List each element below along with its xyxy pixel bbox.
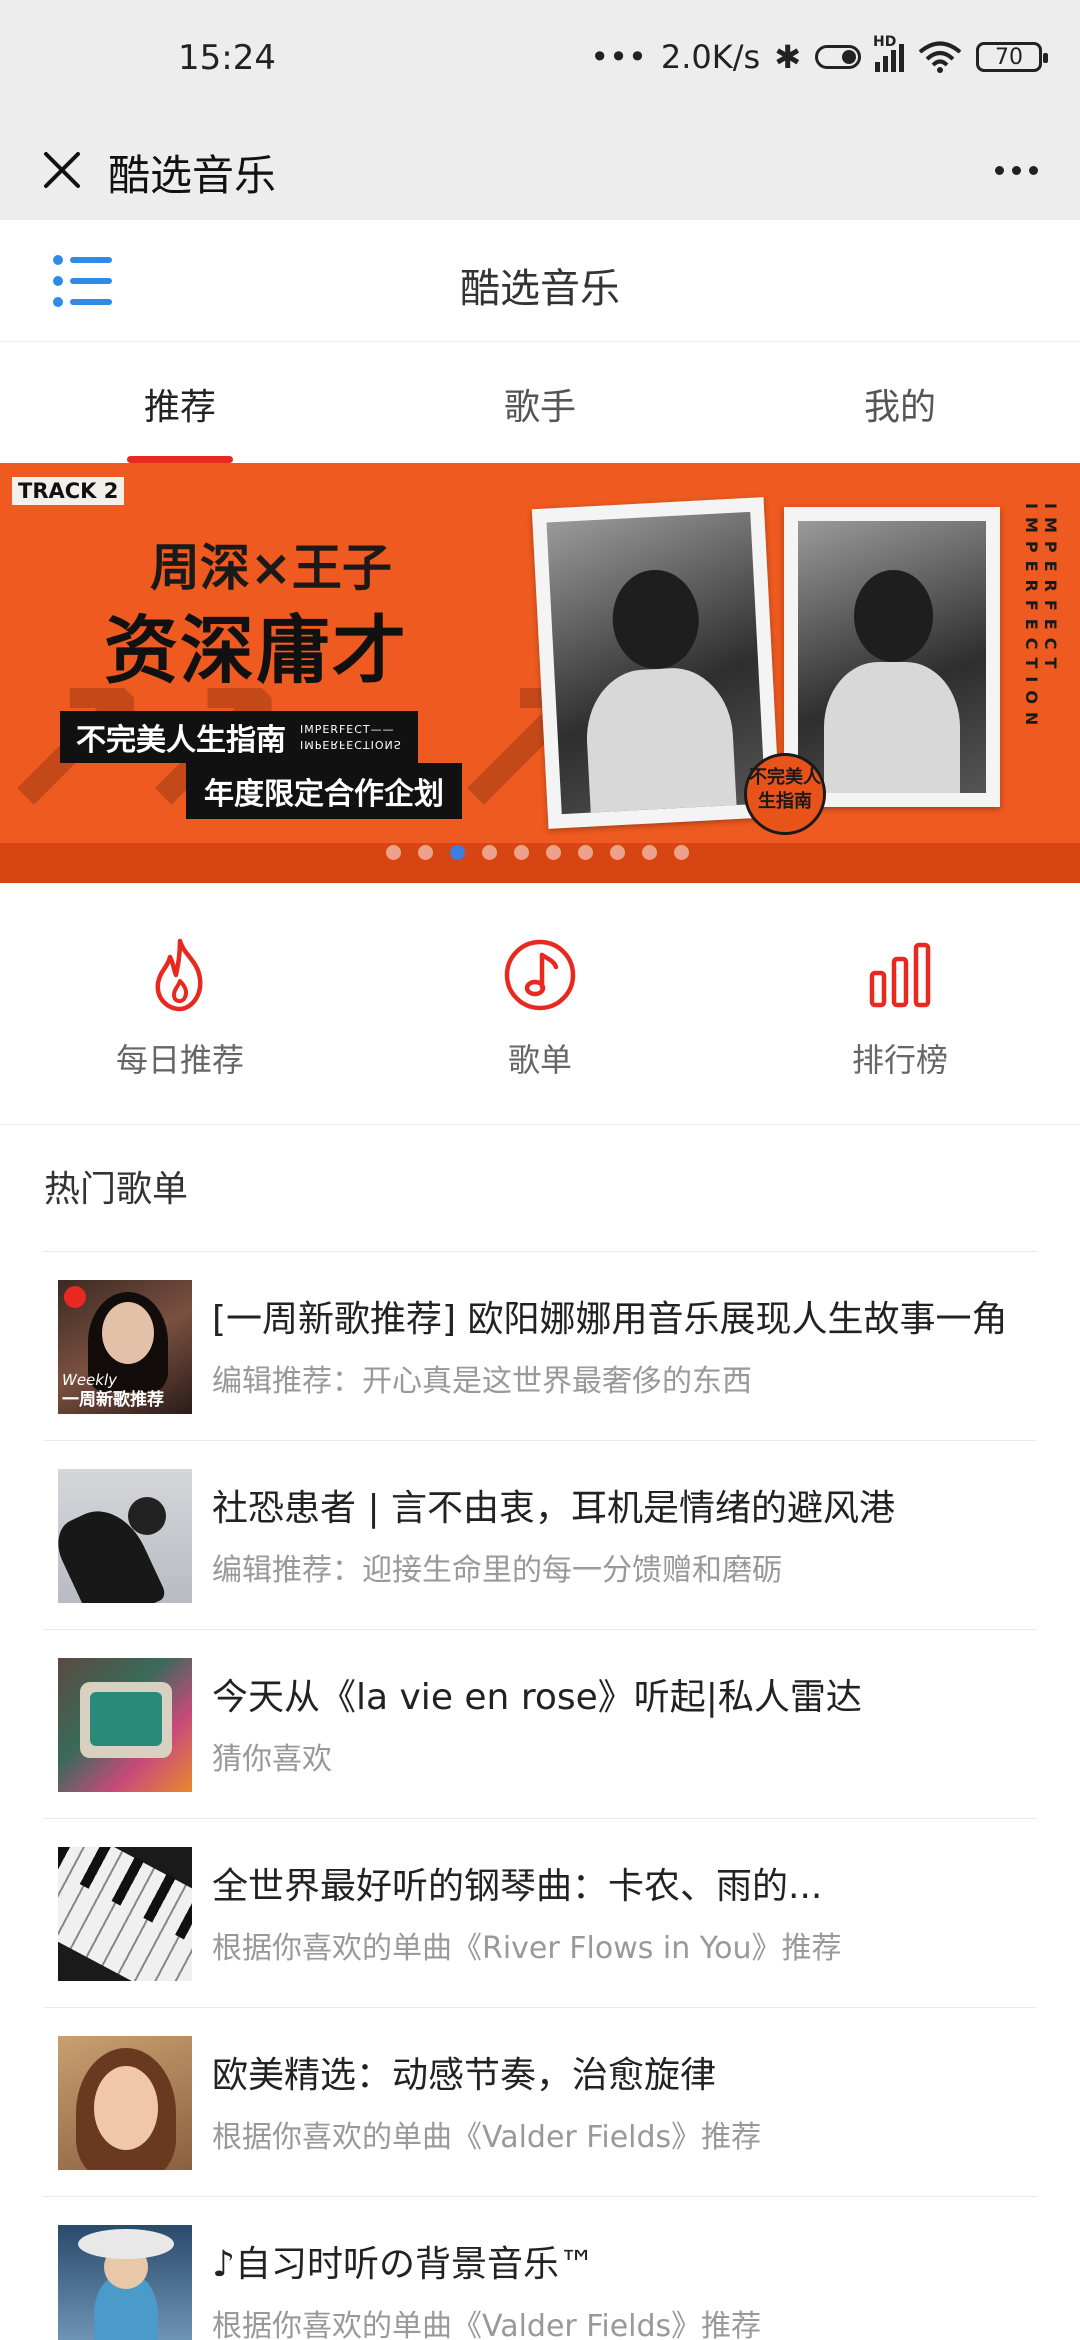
carousel-dot[interactable] [610, 845, 625, 860]
close-icon [44, 152, 80, 188]
playlist-item[interactable]: 今天从《la vie en rose》听起|私人雷达 猜你喜欢 [44, 1630, 1036, 1819]
more-dot-icon [994, 165, 1004, 175]
music-note-icon [504, 939, 576, 1011]
battery-level: 70 [995, 44, 1023, 70]
playlist-subtitle: 编辑推荐：开心真是这世界最奢侈的东西 [212, 1364, 752, 1399]
cover-label-title: 一周新歌推荐 [62, 1390, 164, 1410]
banner-photo-left [531, 497, 781, 829]
mini-program-bar: 酷选音乐 [0, 120, 1080, 220]
banner-subtitle-cn: 不完美人生指南 [76, 723, 286, 758]
tab-mine[interactable]: 我的 [720, 342, 1080, 463]
daily-recommend-button[interactable]: 每日推荐 [0, 883, 360, 1124]
carousel-dot[interactable] [418, 845, 433, 860]
tab-bar: 推荐 歌手 我的 [0, 342, 1080, 463]
more-dot-icon [1028, 165, 1038, 175]
cover-label: Weekly 一周新歌推荐 [62, 1370, 164, 1410]
close-button[interactable] [28, 136, 96, 204]
playlist-cover [58, 1847, 192, 1981]
banner-subtitle-2: 年度限定合作企划 [186, 763, 462, 819]
playlist-title: 全世界最好听的钢琴曲：卡农、雨的... [212, 1866, 823, 1907]
charts-label: 排行榜 [851, 1041, 948, 1079]
album-logo-badge: 不完美人生指南 [744, 753, 826, 835]
carousel-dot[interactable] [450, 845, 465, 860]
wifi-icon [918, 41, 962, 73]
banner-carousel[interactable]: ↗↗ ↗ TRACK 2 周深×王子 资深庸才 不完美人生指南 IMPERFEC… [0, 463, 1080, 883]
playlist-title: ♪自习时听の背景音乐™ [212, 2244, 595, 2285]
playlist-cover [58, 1658, 192, 1792]
playlist-list: Weekly 一周新歌推荐 [一周新歌推荐] 欧阳娜娜用音乐展现人生故事一角 编… [44, 1251, 1036, 2340]
hd-tag: HD [873, 34, 897, 50]
playlist-label: 歌单 [507, 1041, 572, 1079]
status-time: 15:24 [178, 38, 276, 78]
playlist-item[interactable]: ♪自习时听の背景音乐™ 根据你喜欢的单曲《Valder Fields》推荐 [44, 2197, 1036, 2340]
banner-artists: 周深×王子 [150, 539, 392, 597]
bar-chart-icon [869, 942, 931, 1008]
playlist-subtitle: 猜你喜欢 [212, 1742, 332, 1777]
cover-label-weekly: Weekly [62, 1371, 118, 1389]
banner-subtitle: 不完美人生指南 IMPERFECT—— IMPERFECTIONS [60, 711, 418, 763]
carousel-dot[interactable] [482, 845, 497, 860]
network-speed: 2.0K/s [660, 38, 761, 76]
more-options-button[interactable] [976, 140, 1056, 200]
section-title: 热门歌单 [44, 1169, 189, 1210]
status-bar: 15:24 ••• 2.0K/s ✱ HD 70 [0, 0, 1080, 120]
playlist-cover: Weekly 一周新歌推荐 [58, 1280, 192, 1414]
banner-subtitle-en-1: IMPERFECT—— [300, 723, 395, 736]
flame-icon [155, 938, 203, 1012]
quick-entries: 每日推荐 歌单 排行榜 [0, 883, 1080, 1125]
playlist-cover [58, 2036, 192, 2170]
carousel-dot[interactable] [386, 845, 401, 860]
qq-music-logo-icon [64, 1286, 86, 1308]
bluetooth-icon: ✱ [774, 38, 801, 76]
tab-recommend[interactable]: 推荐 [0, 342, 360, 463]
banner-side-text: IMPERFECT IMPERFECTION [1022, 503, 1060, 734]
playlist-item[interactable]: Weekly 一周新歌推荐 [一周新歌推荐] 欧阳娜娜用音乐展现人生故事一角 编… [44, 1252, 1036, 1441]
playlist-item[interactable]: 欧美精选：动感节奏，治愈旋律 根据你喜欢的单曲《Valder Fields》推荐 [44, 2008, 1036, 2197]
daily-recommend-label: 每日推荐 [115, 1041, 244, 1079]
carousel-dot[interactable] [578, 845, 593, 860]
playlist-title: 欧美精选：动感节奏，治愈旋律 [212, 2055, 717, 2096]
banner-subtitle-en: IMPERFECT—— IMPERFECTIONS [300, 723, 402, 751]
playlist-subtitle: 根据你喜欢的单曲《Valder Fields》推荐 [212, 2309, 762, 2340]
toggle-icon [815, 45, 861, 69]
page-header: 酷选音乐 [0, 220, 1080, 342]
playlist-item[interactable]: 社恐患者 | 言不由衷，耳机是情绪的避风港 编辑推荐：迎接生命里的每一分馈赠和磨… [44, 1441, 1036, 1630]
playlist-cover [58, 1469, 192, 1603]
playlist-title: 社恐患者 | 言不由衷，耳机是情绪的避风港 [212, 1488, 896, 1529]
carousel-dots [386, 845, 689, 860]
page-title: 酷选音乐 [460, 266, 620, 312]
banner-headline: 资深庸才 [104, 608, 408, 694]
playlist-title: [一周新歌推荐] 欧阳娜娜用音乐展现人生故事一角 [212, 1299, 1008, 1340]
battery-icon: 70 [976, 42, 1048, 72]
app-title: 酷选音乐 [108, 151, 277, 200]
playlist-subtitle: 根据你喜欢的单曲《Valder Fields》推荐 [212, 2120, 762, 2155]
playlist-button[interactable]: 歌单 [360, 883, 720, 1124]
banner-subtitle-en-2: IMPERFECTIONS [300, 738, 402, 751]
more-dot-icon [1011, 165, 1021, 175]
signal-icon: HD [873, 34, 904, 72]
carousel-dot[interactable] [642, 845, 657, 860]
playlist-item[interactable]: 全世界最好听的钢琴曲：卡农、雨的... 根据你喜欢的单曲《River Flows… [44, 1819, 1036, 2008]
playlist-subtitle: 编辑推荐：迎接生命里的每一分馈赠和磨砺 [212, 1553, 782, 1588]
playlist-subtitle: 根据你喜欢的单曲《River Flows in You》推荐 [212, 1931, 842, 1966]
more-notifications-icon: ••• [590, 38, 647, 76]
tab-singers[interactable]: 歌手 [360, 342, 720, 463]
carousel-dot[interactable] [546, 845, 561, 860]
carousel-dot[interactable] [514, 845, 529, 860]
track-tag: TRACK 2 [12, 477, 125, 505]
playlist-title: 今天从《la vie en rose》听起|私人雷达 [212, 1677, 862, 1718]
status-icons: ••• 2.0K/s ✱ HD 70 [590, 34, 1048, 76]
charts-button[interactable]: 排行榜 [720, 883, 1080, 1124]
banner-photo-right [784, 507, 1000, 807]
carousel-dot[interactable] [674, 845, 689, 860]
playlist-cover [58, 2225, 192, 2340]
